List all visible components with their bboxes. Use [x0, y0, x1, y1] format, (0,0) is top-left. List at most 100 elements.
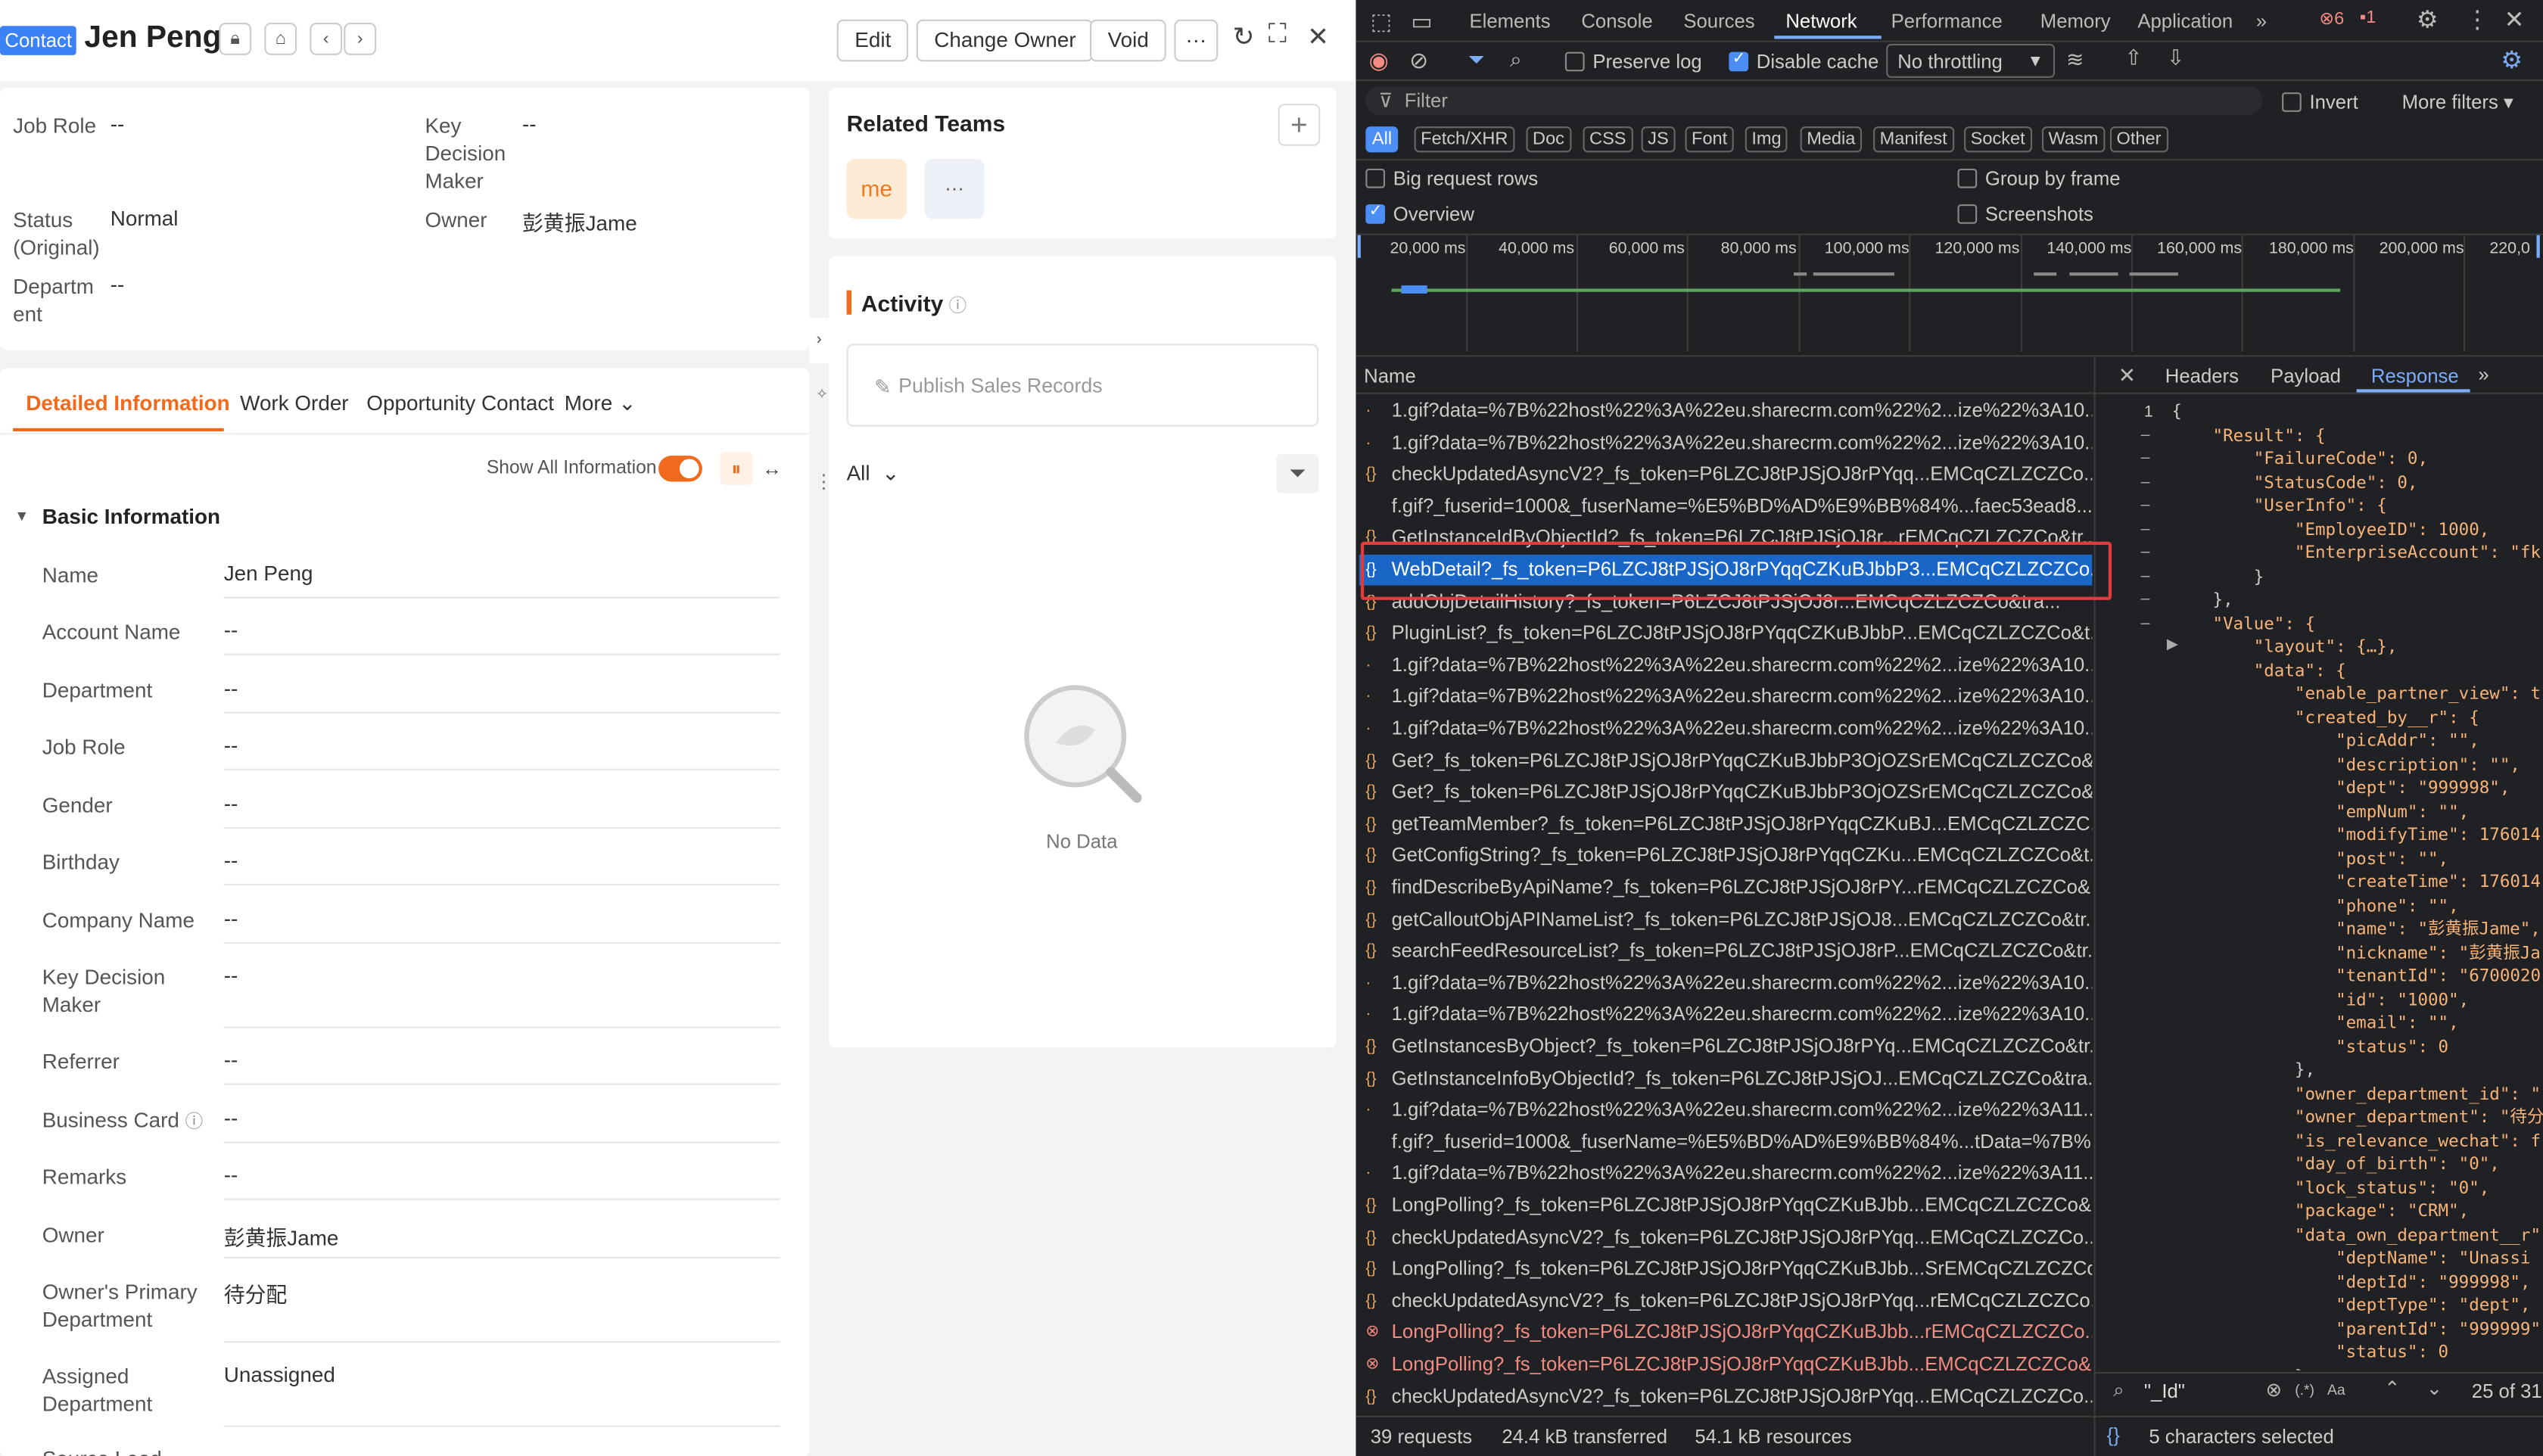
group-by-frame-checkbox[interactable]: [1957, 168, 1978, 188]
close-detail-icon[interactable]: ✕: [2118, 363, 2136, 389]
clear-search-icon[interactable]: ⊗: [2266, 1378, 2283, 1401]
tab-sources[interactable]: Sources: [1683, 10, 1754, 33]
response-search-input[interactable]: "_Id": [2144, 1380, 2185, 1403]
network-overview-timeline[interactable]: 20,000 ms 40,000 ms 60,000 ms 80,000 ms …: [1356, 235, 2543, 356]
settings-gear-icon[interactable]: ⚙: [2417, 5, 2439, 34]
tab-detailed-information[interactable]: Detailed Information: [26, 390, 229, 415]
filter-chip-all[interactable]: All: [1365, 126, 1399, 153]
tab-headers[interactable]: Headers: [2165, 365, 2239, 387]
json-text: "modifyTime": 176014: [2171, 825, 2541, 845]
tag-icon[interactable]: ⌂: [264, 23, 297, 55]
close-icon[interactable]: ✕: [1307, 21, 1329, 54]
match-case-toggle[interactable]: Aa: [2327, 1382, 2345, 1398]
tab-console[interactable]: Console: [1581, 10, 1652, 33]
help-icon[interactable]: ⓘ: [949, 292, 967, 318]
owner-value[interactable]: 彭黄振Jame: [522, 206, 637, 237]
expand-width-icon[interactable]: ↔: [756, 453, 789, 485]
refresh-icon[interactable]: ↻: [1233, 21, 1255, 54]
add-team-member-button[interactable]: +: [1278, 104, 1321, 146]
preserve-log-checkbox[interactable]: [1564, 51, 1585, 72]
activity-filter-dropdown[interactable]: All ⌄: [847, 461, 900, 487]
collapse-toggle[interactable]: ›: [809, 318, 830, 364]
tab-more[interactable]: More ⌄: [565, 390, 637, 416]
json-text: {: [2171, 402, 2182, 422]
json-line: "package": "CRM",: [2171, 1200, 2469, 1224]
more-members-button[interactable]: ···: [924, 159, 985, 219]
close-devtools-icon[interactable]: ✕: [2504, 5, 2525, 34]
warning-badge[interactable]: ▪1: [2360, 8, 2376, 28]
prev-record-icon[interactable]: ‹: [310, 23, 343, 55]
export-har-icon[interactable]: ⇩: [2167, 45, 2184, 71]
collapse-section-icon[interactable]: ▼: [14, 508, 29, 524]
filter-chip-doc[interactable]: Doc: [1526, 126, 1571, 153]
request-row[interactable]: {} checkUpdatedAsyncV2?_fs_token=P6LZCJ8t…: [1359, 1381, 2092, 1412]
timeline-handle-left[interactable]: [1357, 235, 1361, 258]
timeline-handle-right[interactable]: [2536, 235, 2540, 258]
json-line: "data_own_department__r": [2171, 1224, 2541, 1247]
filter-input[interactable]: ⊽ Filter: [1365, 86, 2263, 116]
tab-work-order[interactable]: Work Order: [240, 390, 348, 415]
error-badge[interactable]: ⊗6: [2319, 8, 2344, 30]
more-actions-button[interactable]: ···: [1174, 19, 1219, 62]
column-layout-icon[interactable]: ⏸︎: [720, 452, 753, 485]
device-toolbar-icon[interactable]: ▭: [1411, 8, 1432, 36]
filter-chip-other[interactable]: Other: [2109, 126, 2168, 153]
edit-button[interactable]: Edit: [836, 19, 909, 62]
fullscreen-icon[interactable]: ⛶: [1268, 21, 1287, 51]
change-owner-button[interactable]: Change Owner: [916, 19, 1094, 62]
network-settings-icon[interactable]: ⚙: [2501, 45, 2523, 74]
filter-chip-manifest[interactable]: Manifest: [1873, 126, 1954, 153]
pin-icon[interactable]: ✧: [816, 386, 828, 404]
tab-network[interactable]: Network: [1785, 10, 1857, 33]
more-tabs-icon[interactable]: »: [2256, 10, 2267, 33]
network-conditions-icon[interactable]: ≋: [2066, 47, 2084, 73]
filter-chip-js[interactable]: JS: [1641, 126, 1676, 153]
json-text: "FailureCode": 0,: [2171, 449, 2429, 469]
search-icon[interactable]: ⌕: [1510, 47, 1522, 73]
publish-sales-records-input[interactable]: ✎ Publish Sales Records: [846, 344, 1319, 427]
lock-icon[interactable]: 🔒︎: [219, 23, 252, 55]
regex-toggle[interactable]: (.*): [2295, 1382, 2314, 1398]
filter-chip-img[interactable]: Img: [1745, 126, 1788, 153]
invert-checkbox[interactable]: [2282, 92, 2302, 112]
record-icon[interactable]: ◉: [1369, 47, 1389, 74]
filter-chip-fetch-xhr[interactable]: Fetch/XHR: [1414, 126, 1515, 153]
inspect-element-icon[interactable]: ⬚: [1371, 8, 1392, 36]
clear-icon[interactable]: ⊘: [1409, 47, 1428, 74]
filter-chip-media[interactable]: Media: [1800, 126, 1862, 153]
tab-opportunity-contact[interactable]: Opportunity Contact: [366, 390, 554, 415]
tab-elements[interactable]: Elements: [1469, 10, 1550, 33]
filter-chip-socket[interactable]: Socket: [1964, 126, 2032, 153]
big-request-rows-checkbox[interactable]: [1365, 168, 1386, 188]
pretty-print-icon[interactable]: {}: [2107, 1423, 2120, 1446]
tab-performance[interactable]: Performance: [1891, 10, 2003, 33]
import-har-icon[interactable]: ⇧: [2124, 45, 2142, 71]
throttling-select[interactable]: No throttling ▾: [1886, 43, 2056, 78]
void-button[interactable]: Void: [1090, 19, 1167, 62]
filter-funnel-icon[interactable]: ⏷: [1468, 47, 1484, 73]
next-match-icon[interactable]: ⌄: [2426, 1377, 2443, 1399]
more-detail-tabs-icon[interactable]: »: [2478, 363, 2489, 386]
help-icon[interactable]: ⓘ: [185, 1112, 204, 1132]
name-column-header[interactable]: Name: [1364, 365, 1416, 387]
record-type-tag: Contact: [0, 26, 77, 55]
filter-icon[interactable]: ⏷: [1276, 454, 1319, 493]
tab-response[interactable]: Response: [2371, 365, 2459, 387]
previous-match-icon[interactable]: ⌃: [2384, 1377, 2401, 1399]
disable-cache-checkbox[interactable]: [1729, 50, 1749, 72]
next-record-icon[interactable]: ›: [344, 23, 377, 55]
tab-payload[interactable]: Payload: [2271, 365, 2341, 387]
line-gutter-marker: –: [2140, 590, 2150, 608]
filter-chip-font[interactable]: Font: [1685, 126, 1734, 153]
screenshots-checkbox[interactable]: [1957, 204, 1978, 224]
filter-chip-css[interactable]: CSS: [1583, 126, 1633, 153]
more-filters-dropdown[interactable]: More filters ▾: [2402, 91, 2513, 114]
show-all-toggle[interactable]: [658, 456, 702, 482]
kebab-menu-icon[interactable]: ⋮: [2465, 5, 2489, 34]
related-teams-card: Related Teams + me ···: [829, 87, 1337, 239]
team-member-avatar[interactable]: me: [846, 159, 907, 219]
filter-chip-wasm[interactable]: Wasm: [2041, 126, 2105, 153]
tab-memory[interactable]: Memory: [2040, 10, 2111, 33]
overview-checkbox[interactable]: [1365, 203, 1386, 224]
tab-application[interactable]: Application: [2137, 10, 2233, 33]
